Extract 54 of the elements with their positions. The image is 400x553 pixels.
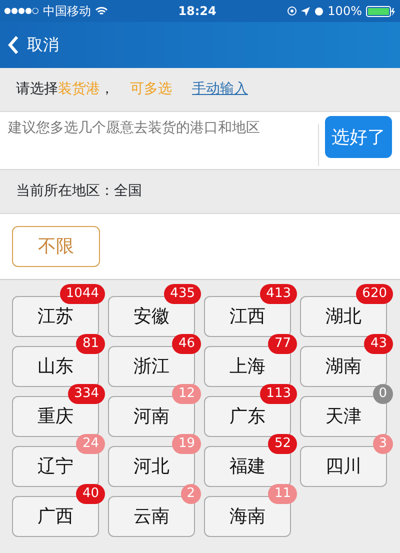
region-button[interactable]: 湖北 [300,296,387,337]
region-button[interactable]: 海南 [204,496,291,537]
region-button[interactable]: 福建 [204,446,291,487]
region-button[interactable]: 山东 [12,346,99,387]
count-badge: 113 [260,384,297,404]
count-badge: 77 [268,334,297,354]
region-button[interactable]: 重庆 [12,396,99,437]
back-button[interactable]: 取消 [8,33,59,57]
count-badge: 40 [76,484,105,504]
count-badge: 0 [372,384,393,404]
region-button[interactable]: 天津 [300,396,387,437]
region-button[interactable]: 河北 [108,446,195,487]
count-badge: 81 [76,334,105,354]
region-button[interactable]: 湖南 [300,346,387,387]
count-badge: 46 [172,334,201,354]
count-badge: 24 [76,434,105,454]
count-badge: 3 [372,434,393,454]
signal-strength: ●●●●○ [4,5,39,17]
region-button[interactable]: 广东 [204,396,291,437]
input-field[interactable]: 建议您多选几个愿意去装货的港口和地区 [0,112,318,169]
location-icon [300,6,310,16]
count-badge: 1044 [60,284,105,304]
count-badge: 334 [68,384,105,404]
multi-select-hint: 可多选 [130,80,172,99]
lock-rotation-icon [286,6,297,16]
count-badge: 19 [172,434,201,454]
count-badge: 2 [180,484,201,504]
count-badge: 12 [172,384,201,404]
carrier-name: 中国移动 [42,3,91,20]
count-badge: 52 [268,434,297,454]
clock-time: 18:24 [178,3,216,20]
region-button[interactable]: 江苏 [12,296,99,337]
count-badge: 413 [260,284,297,304]
region-button[interactable]: 安徽 [108,296,195,337]
region-button[interactable]: 江西 [204,296,291,337]
region-button[interactable]: 浙江 [108,346,195,387]
prompt-text: 请选择装货港， [16,80,114,99]
manual-input-link[interactable]: 手动输入 [192,79,248,100]
region-button[interactable]: 河南 [108,396,195,437]
chevron-left-icon [8,36,19,54]
region-button[interactable]: 云南 [108,496,195,537]
current-location-text: 当前所在地区：全国 [16,182,142,201]
region-button[interactable]: 四川 [300,446,387,487]
count-badge: 620 [356,284,393,304]
region-button[interactable]: 广西 [12,496,99,537]
region-button[interactable]: 上海 [204,346,291,387]
done-button[interactable]: 选好了 [325,116,392,158]
count-badge: 43 [364,334,393,354]
region-button[interactable]: 辽宁 [12,446,99,487]
count-badge: 11 [268,484,297,504]
battery-percent: 100% [328,3,362,20]
battery-icon [366,6,396,16]
count-badge: 435 [164,284,201,304]
wifi-icon [94,6,108,16]
